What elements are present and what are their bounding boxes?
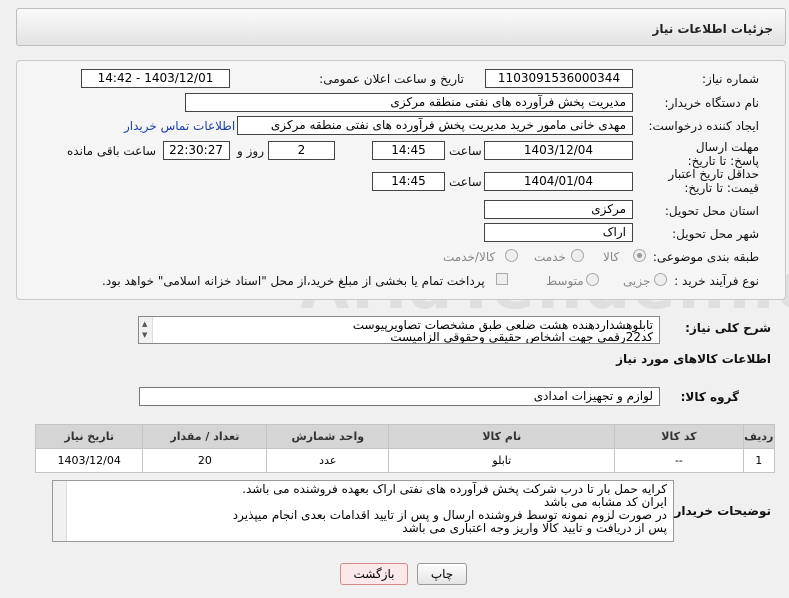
page-header: جزئیات اطلاعات نیاز [16, 8, 786, 46]
buyer-org-field[interactable]: مدیریت پخش فرآورده های نفتی منطقه مرکزی [185, 93, 633, 112]
reply-date-field[interactable]: 1403/12/04 [484, 141, 633, 160]
category-service-label: خدمت [534, 250, 566, 264]
back-button[interactable]: بازگشت [340, 563, 408, 585]
process-partial-radio[interactable] [654, 273, 667, 286]
category-goods-radio[interactable] [633, 249, 646, 262]
need-number-field[interactable]: 1103091536000344 [485, 69, 633, 88]
col-qty: تعداد / مقدار [142, 424, 268, 449]
days-field[interactable]: 2 [268, 141, 335, 160]
page-title: جزئیات اطلاعات نیاز [652, 22, 773, 36]
price-validity-label: حداقل تاریخ اعتبار قیمت: تا تاریخ: [668, 167, 759, 195]
table-row[interactable]: 1 -- تابلو عدد 20 1403/12/04 [34, 448, 776, 473]
buyer-note-line: پس از دریافت و تایید کالا واریز وجه اعتب… [402, 521, 667, 535]
category-both-radio[interactable] [505, 249, 518, 262]
goods-group-label: گروه کالا: [680, 390, 739, 404]
city-field[interactable]: اراک [484, 223, 633, 242]
buyer-notes-label: توضیحات خریدار: [669, 504, 771, 518]
announce-label: تاریخ و ساعت اعلان عمومی: [319, 72, 464, 86]
need-number-label: شماره نیاز: [702, 72, 759, 86]
process-partial-label: جزیی [623, 274, 651, 288]
cell-date: 1403/12/04 [34, 448, 144, 473]
cell-unit: عدد [266, 448, 390, 473]
days-label: روز و [237, 144, 264, 158]
province-field[interactable]: مرکزی [484, 200, 633, 219]
goods-group-field[interactable]: لوازم و تجهیزات امدادی [139, 387, 660, 406]
summary-line-2: کد22رقمی جهت اشخاص حقیقی وحقوقی الزامیست [390, 330, 653, 344]
reply-time-label: ساعت [449, 144, 482, 158]
creator-field[interactable]: مهدی خانی مامور خرید مدیریت پخش فرآورده … [237, 116, 633, 135]
summary-scrollbar[interactable]: ▲ ▼ [139, 317, 153, 343]
price-time-label: ساعت [449, 175, 482, 189]
province-label: استان محل تحویل: [664, 204, 759, 218]
buyer-org-label: نام دستگاه خریدار: [664, 96, 760, 110]
process-label: نوع فرآیند خرید : [674, 274, 759, 288]
category-goods-label: کالا [603, 250, 620, 264]
col-date: تاریخ نیاز [34, 424, 144, 449]
reply-deadline-label: مهلت ارسال پاسخ: تا تاریخ: [687, 140, 759, 168]
price-date-field[interactable]: 1404/01/04 [484, 172, 633, 191]
remaining-label: ساعت باقی مانده [67, 144, 157, 158]
city-label: شهر محل تحویل: [672, 227, 759, 241]
reply-time-field[interactable]: 14:45 [372, 141, 445, 160]
col-name: نام کالا [388, 424, 616, 449]
col-unit: واحد شمارش [266, 424, 390, 449]
announce-field[interactable]: 1403/12/01 - 14:42 [81, 69, 230, 88]
summary-label: شرح کلی نیاز: [685, 321, 771, 335]
cell-qty: 20 [142, 448, 268, 473]
category-label: طبقه بندی موضوعی: [652, 250, 759, 264]
price-time-field[interactable]: 14:45 [372, 172, 445, 191]
contact-info-link[interactable]: اطلاعات تماس خریدار [124, 119, 235, 133]
col-row: ردیف [742, 424, 776, 449]
goods-table: ردیف کد کالا نام کالا واحد شمارش تعداد /… [34, 424, 776, 473]
notes-scrollbar[interactable] [53, 481, 67, 541]
category-service-radio[interactable] [571, 249, 584, 262]
cell-row: 1 [742, 448, 776, 473]
col-code: کد کالا [614, 424, 744, 449]
creator-label: ایجاد کننده درخواست: [648, 119, 759, 133]
goods-table-header: ردیف کد کالا نام کالا واحد شمارش تعداد /… [34, 424, 776, 449]
process-medium-label: متوسط [546, 274, 584, 288]
cell-code: -- [614, 448, 744, 473]
print-button[interactable]: چاپ [417, 563, 467, 585]
goods-section-title: اطلاعات کالاهای مورد نیاز [616, 352, 771, 366]
treasury-payment-checkbox[interactable] [496, 273, 508, 285]
cell-name: تابلو [388, 448, 616, 473]
category-both-label: کالا/خدمت [443, 250, 496, 264]
treasury-payment-note: پرداخت تمام یا بخشی از مبلغ خرید،از محل … [102, 274, 485, 288]
buyer-notes-textarea[interactable]: کرایه حمل بار تا درب شرکت پخش فرآورده ها… [52, 480, 674, 542]
process-medium-radio[interactable] [586, 273, 599, 286]
summary-textarea[interactable]: ▲ ▼ تابلوهشداردهنده هشت ضلعی طبق مشخصات ت… [138, 316, 660, 344]
remaining-time-field[interactable]: 22:30:27 [163, 141, 230, 160]
